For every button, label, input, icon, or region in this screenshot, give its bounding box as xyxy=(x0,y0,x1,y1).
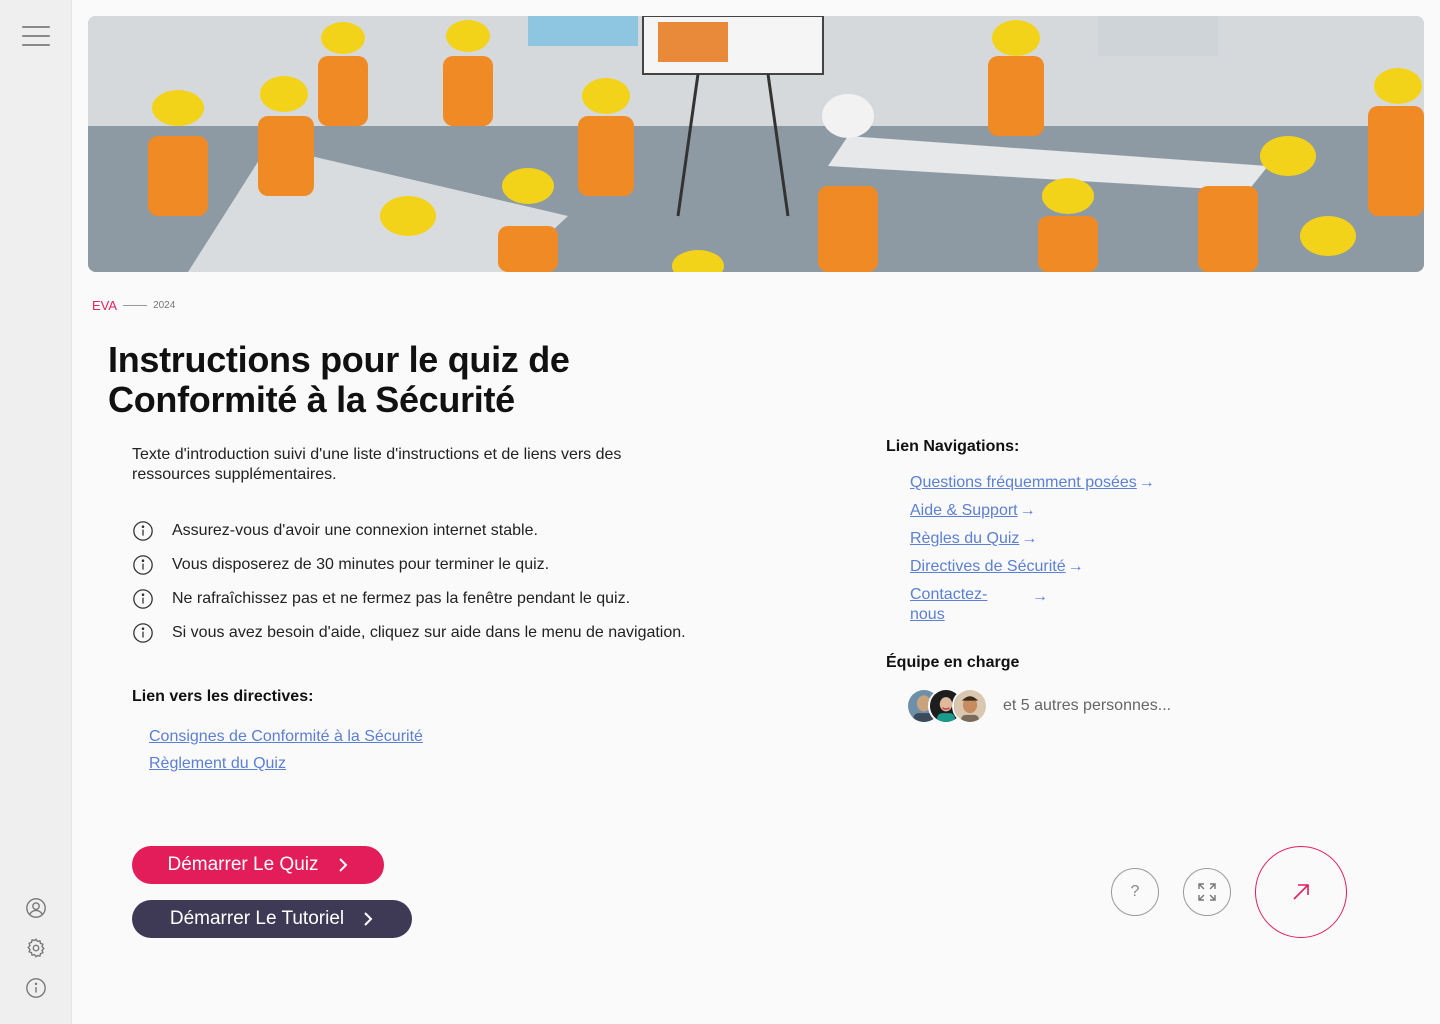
start-quiz-label: Démarrer Le Quiz xyxy=(167,854,319,875)
start-tutorial-label: Démarrer Le Tutoriel xyxy=(169,908,345,929)
menu-icon[interactable] xyxy=(22,26,50,46)
navigation-links: Questions fréquemment posées → Aide & Su… xyxy=(910,473,1155,633)
instruction-list: Assurez-vous d'avoir une connexion inter… xyxy=(132,514,686,650)
team-heading: Équipe en charge xyxy=(886,654,1020,671)
meta-row: EVA 2024 xyxy=(92,298,175,313)
avatar xyxy=(952,688,988,724)
instruction-text: Assurez-vous d'avoir une connexion inter… xyxy=(172,522,538,539)
gear-icon[interactable] xyxy=(24,936,48,960)
instruction-text: Si vous avez besoin d'aide, cliquez sur … xyxy=(172,624,686,641)
sidebar xyxy=(0,0,72,1024)
nav-link-quiz-rules[interactable]: Règles du Quiz → xyxy=(910,529,1155,549)
nav-link-contact[interactable]: Contactez-nous → xyxy=(910,585,1155,625)
arrow-right-icon: → xyxy=(1138,474,1155,491)
nav-link-label: Directives de Sécurité xyxy=(910,558,1066,575)
nav-link-faq[interactable]: Questions fréquemment posées → xyxy=(910,473,1155,493)
team-row: et 5 autres personnes... xyxy=(906,688,1171,724)
info-icon[interactable] xyxy=(24,976,48,1000)
avatar-group[interactable] xyxy=(906,688,988,724)
meta-divider xyxy=(123,305,148,306)
intro-text: Texte d'introduction suivi d'une liste d… xyxy=(132,446,622,483)
instruction-item: Vous disposerez de 30 minutes pour termi… xyxy=(132,548,686,582)
info-icon xyxy=(133,589,153,609)
help-icon: ? xyxy=(1130,883,1140,900)
nav-link-label: Aide & Support xyxy=(910,502,1018,519)
directive-link-compliance[interactable]: Consignes de Conformité à la Sécurité xyxy=(149,723,423,750)
arrow-up-right-icon xyxy=(1293,884,1309,900)
fullscreen-icon xyxy=(1198,883,1216,901)
arrow-right-icon: → xyxy=(1067,558,1084,575)
info-icon xyxy=(133,623,153,643)
instruction-text: Vous disposerez de 30 minutes pour termi… xyxy=(172,556,550,573)
nav-link-label: Contactez-nous xyxy=(910,586,988,623)
nav-link-label: Questions fréquemment posées xyxy=(910,474,1137,491)
nav-link-label: Règles du Quiz xyxy=(910,530,1020,547)
chevron-right-icon xyxy=(337,858,349,872)
navigation-heading: Lien Navigations: xyxy=(886,438,1020,455)
start-quiz-button[interactable]: Démarrer Le Quiz xyxy=(132,846,384,884)
instruction-text: Ne rafraîchissez pas et ne fermez pas la… xyxy=(172,590,631,607)
info-icon xyxy=(133,555,153,575)
arrow-right-icon: → xyxy=(1032,588,1048,605)
directive-link-quiz-rules[interactable]: Règlement du Quiz xyxy=(149,750,423,777)
start-tutorial-button[interactable]: Démarrer Le Tutoriel xyxy=(132,900,412,938)
brand-label: EVA xyxy=(92,298,118,313)
arrow-right-icon: → xyxy=(1019,502,1036,519)
instruction-item: Ne rafraîchissez pas et ne fermez pas la… xyxy=(132,582,686,616)
fullscreen-button[interactable] xyxy=(1183,868,1231,916)
page-title: Instructions pour le quiz de Conformité … xyxy=(108,339,570,420)
help-button[interactable]: ? xyxy=(1111,868,1159,916)
directives-heading: Lien vers les directives: xyxy=(132,688,314,705)
hero-image xyxy=(88,16,1424,272)
instruction-item: Assurez-vous d'avoir une connexion inter… xyxy=(132,514,686,548)
info-icon xyxy=(133,521,153,541)
directives-links: Consignes de Conformité à la Sécurité Rè… xyxy=(149,723,423,777)
go-button[interactable] xyxy=(1255,846,1347,938)
chevron-right-icon xyxy=(362,912,374,926)
user-icon[interactable] xyxy=(24,896,48,920)
nav-link-safety[interactable]: Directives de Sécurité → xyxy=(910,557,1155,577)
instruction-item: Si vous avez besoin d'aide, cliquez sur … xyxy=(132,616,686,650)
year-label: 2024 xyxy=(153,300,176,311)
nav-link-support[interactable]: Aide & Support → xyxy=(910,501,1155,521)
arrow-right-icon: → xyxy=(1021,530,1038,547)
team-more-text: et 5 autres personnes... xyxy=(1003,697,1172,714)
